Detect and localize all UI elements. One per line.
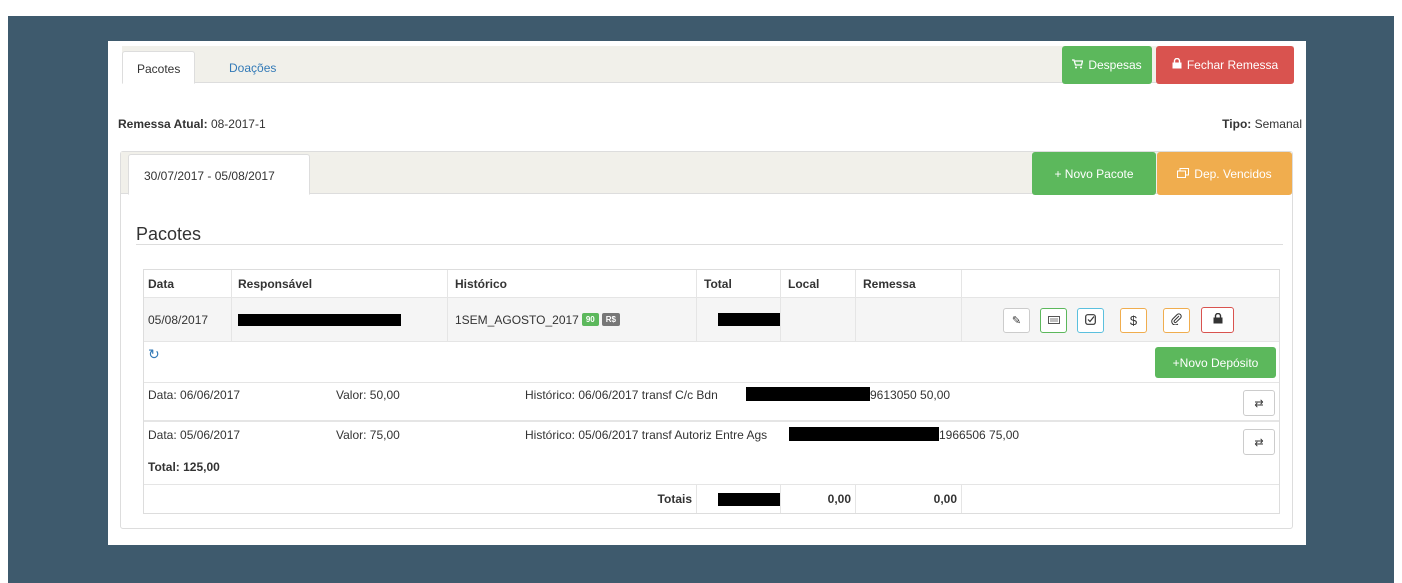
deposit-valor: Valor: 75,00 [336, 428, 400, 442]
totals-row: Totais 0,00 0,00 [144, 485, 1279, 513]
despesas-label: Despesas [1088, 58, 1142, 72]
despesas-button[interactable]: Despesas [1062, 46, 1152, 84]
tipo-label: Tipo: [1222, 117, 1252, 131]
paperclip-icon [1171, 313, 1182, 328]
pacotes-table: Data Responsável Histórico Total Local R… [143, 269, 1280, 514]
deposit-toolbar: ↻ +Novo Depósito [144, 342, 1279, 382]
deposit-total: Total: 125,00 [148, 460, 220, 474]
remessa-value: 08-2017-1 [210, 117, 266, 131]
deposit-tail: 9613050 50,00 [870, 388, 951, 402]
lock-icon [1213, 312, 1223, 327]
header-remessa: Remessa [863, 276, 916, 291]
remessa-atual: Remessa Atual: 08-2017-1 [118, 117, 266, 131]
currency-badge: R$ [601, 313, 620, 326]
deposit-historico: Histórico: 06/06/2017 transf C/c Bdn [525, 388, 718, 402]
tipo-value: Semanal [1254, 117, 1302, 131]
table-row[interactable]: 05/08/2017 1SEM_AGOSTO_2017 90 R$ ✎ $ [144, 298, 1279, 342]
transfer-button[interactable]: ⇄ [1243, 390, 1275, 416]
header-historico: Histórico [455, 276, 508, 291]
dollar-button[interactable]: $ [1120, 308, 1147, 333]
deposit-historico: Histórico: 05/06/2017 transf Autoriz Ent… [525, 428, 768, 442]
row-data: 05/08/2017 [148, 312, 209, 327]
totals-total [714, 485, 781, 513]
tab-period[interactable]: 30/07/2017 - 05/08/2017 [128, 154, 310, 195]
deposit-tail: 1966506 75,00 [939, 428, 1020, 442]
section-divider [136, 244, 1283, 245]
refresh-icon[interactable]: ↻ [148, 346, 160, 363]
totals-local: 0,00 [827, 492, 851, 506]
attach-button[interactable] [1163, 308, 1190, 333]
header-local: Local [788, 276, 820, 291]
redacted-block [789, 427, 939, 441]
novo-pacote-button[interactable]: + Novo Pacote [1032, 152, 1156, 195]
row-responsavel [234, 298, 401, 341]
header-responsavel: Responsável [238, 276, 313, 291]
count-badge: 90 [581, 313, 599, 326]
row-historico-text: 1SEM_AGOSTO_2017 [455, 312, 579, 327]
deposit-valor: Valor: 50,00 [336, 388, 400, 402]
header-data: Data [148, 276, 175, 291]
check-square-icon [1085, 313, 1096, 328]
deposit-data: Data: 05/06/2017 [148, 428, 241, 442]
totals-label: Totais [657, 492, 692, 506]
redacted-block [746, 387, 870, 401]
tab-doacoes[interactable]: Doações [215, 51, 290, 84]
exchange-icon: ⇄ [1254, 436, 1264, 449]
novo-deposito-button[interactable]: +Novo Depósito [1155, 347, 1276, 378]
transfer-button[interactable]: ⇄ [1243, 429, 1275, 455]
row-historico: 1SEM_AGOSTO_2017 90 R$ [451, 298, 620, 341]
checklist-button[interactable] [1077, 308, 1104, 333]
keyboard-icon [1047, 315, 1060, 327]
dep-vencidos-button[interactable]: Dep. Vencidos [1157, 152, 1292, 195]
list-item: Data: 05/06/2017 Valor: 75,00 Histórico:… [144, 421, 1279, 485]
lock-icon [1172, 57, 1182, 72]
redacted-block [238, 313, 401, 326]
deposit-data: Data: 06/06/2017 [148, 388, 241, 402]
edit-button[interactable]: ✎ [1003, 308, 1030, 333]
exchange-icon: ⇄ [1254, 397, 1264, 410]
period-panel: 30/07/2017 - 05/08/2017 + Novo Pacote De… [120, 151, 1293, 529]
remessa-label: Remessa Atual: [118, 117, 208, 131]
pencil-icon: ✎ [1011, 315, 1022, 327]
header-total: Total [704, 276, 732, 291]
dollar-icon: $ [1129, 313, 1138, 328]
row-total [714, 298, 781, 341]
fechar-remessa-label: Fechar Remessa [1186, 58, 1279, 72]
fechar-remessa-button[interactable]: Fechar Remessa [1156, 46, 1294, 84]
dep-vencidos-label: Dep. Vencidos [1194, 166, 1272, 181]
section-title: Pacotes [136, 224, 202, 244]
redacted-block [718, 492, 781, 506]
keyboard-button[interactable] [1040, 308, 1067, 333]
redacted-block [718, 313, 781, 326]
cart-icon [1072, 58, 1084, 72]
totals-remessa: 0,00 [933, 492, 957, 506]
clone-icon [1177, 167, 1190, 181]
tab-pacotes[interactable]: Pacotes [122, 51, 196, 84]
list-item: Data: 06/06/2017 Valor: 50,00 Histórico:… [144, 382, 1279, 421]
tipo: Tipo: Semanal [1222, 117, 1302, 131]
main-panel: Pacotes Doações Despesas Fechar Remessa … [108, 41, 1306, 545]
lock-button[interactable] [1201, 307, 1234, 333]
table-header: Data Responsável Histórico Total Local R… [144, 270, 1279, 298]
